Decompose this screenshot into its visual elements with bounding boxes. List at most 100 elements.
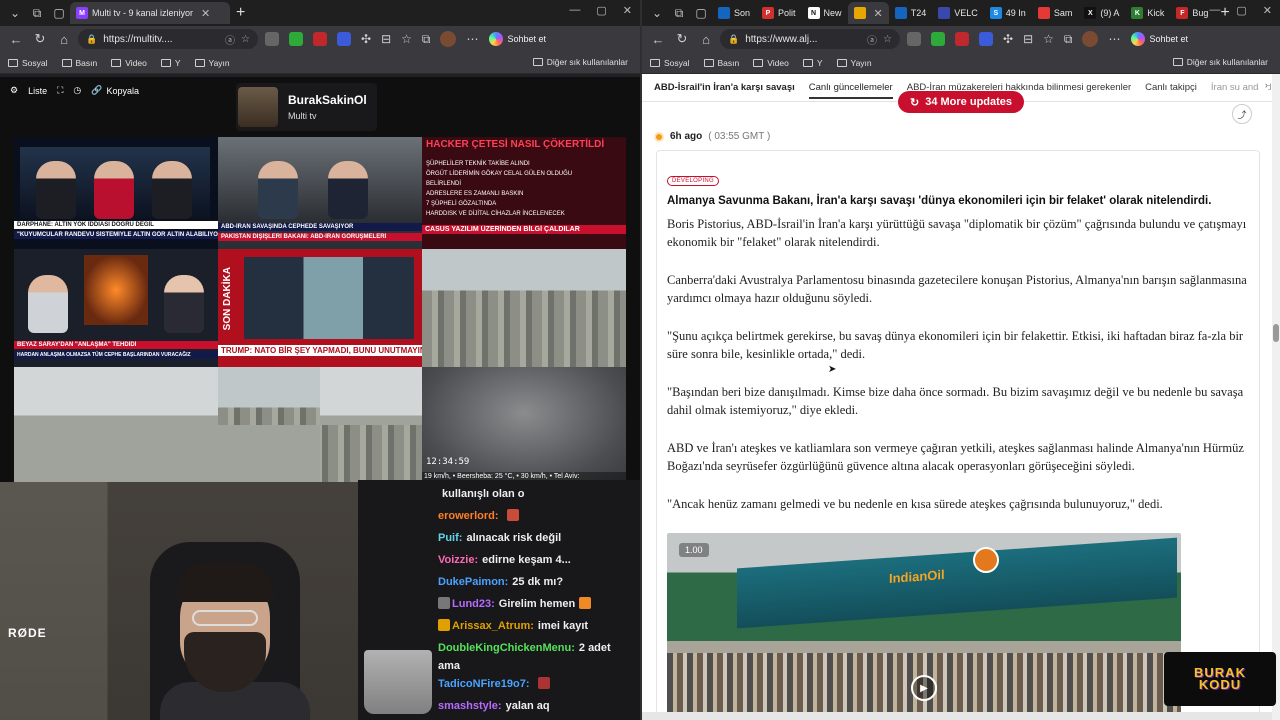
timer-icon[interactable]: ◷: [73, 85, 81, 96]
bookmark-folder-yayin[interactable]: Yayın: [194, 58, 230, 68]
collections-icon[interactable]: ⧉: [1064, 32, 1073, 47]
minimize-icon[interactable]: —: [569, 4, 580, 17]
tab[interactable]: N New: [802, 2, 848, 24]
subnav-live-tracker[interactable]: Canlı takipçi: [1145, 82, 1197, 93]
chat-user[interactable]: Arissax_Atrum:: [452, 620, 534, 632]
workspaces-icon[interactable]: ⧉: [668, 2, 690, 24]
tab[interactable]: Sam: [1032, 2, 1079, 24]
home-icon[interactable]: ⌂: [54, 32, 74, 47]
chevron-right-icon[interactable]: ›: [1258, 80, 1268, 91]
read-aloud-icon[interactable]: ⓐ: [867, 32, 877, 47]
new-tab-icon[interactable]: +: [236, 4, 245, 22]
close-window-icon[interactable]: ✕: [623, 4, 632, 17]
bookmark-folder-y[interactable]: Y: [160, 58, 181, 68]
stream-tile[interactable]: [218, 367, 422, 483]
stream-tile[interactable]: HACKER ÇETESİ NASIL ÇÖKERTİLDİ ŞÜPHELİLE…: [422, 137, 626, 249]
tab[interactable]: Son: [712, 2, 756, 24]
article-video[interactable]: IndianOil 1.00 ▶: [667, 533, 1181, 713]
close-window-icon[interactable]: ✕: [1263, 4, 1272, 17]
copilot-button[interactable]: Sohbet et: [1131, 32, 1188, 46]
bookmark-folder-sosyal[interactable]: Sosyal: [650, 58, 690, 68]
copilot-button[interactable]: Sohbet et: [489, 32, 546, 46]
extension-icon[interactable]: [313, 32, 327, 46]
collections-icon[interactable]: ⧉: [422, 32, 431, 47]
tab[interactable]: T24: [889, 2, 933, 24]
extension-icon[interactable]: [337, 32, 351, 46]
favorites-icon[interactable]: ☆: [1043, 32, 1054, 46]
stream-tile[interactable]: ABD-İRAN SAVAŞINDA CEPHEDE SAVAŞIYOR PAK…: [218, 137, 422, 249]
chat-user[interactable]: Puif:: [438, 532, 462, 544]
bookmark-folder-video[interactable]: Video: [111, 58, 147, 68]
refresh-icon[interactable]: ↻: [30, 31, 50, 47]
chat-user[interactable]: erowerlord:: [438, 510, 499, 522]
extension-icon[interactable]: [265, 32, 279, 46]
scrollbar-thumb[interactable]: [1273, 324, 1279, 342]
stream-tile[interactable]: SON DAKİKA TRUMP: NATO BİR ŞEY YAPMADI, …: [218, 249, 422, 367]
maximize-icon[interactable]: ▢: [1236, 4, 1246, 17]
extension-icon[interactable]: [907, 32, 921, 46]
share-button[interactable]: ⤴: [1232, 104, 1252, 124]
split-screen-icon[interactable]: ⊟: [381, 32, 391, 46]
chat-user[interactable]: DukePaimon:: [438, 576, 508, 588]
more-icon[interactable]: ⋯: [1108, 32, 1120, 46]
minimize-icon[interactable]: —: [1209, 4, 1220, 17]
close-icon[interactable]: ✕: [201, 7, 210, 20]
puzzle-icon[interactable]: ✣: [1003, 32, 1013, 46]
profile-avatar[interactable]: [1082, 31, 1099, 47]
refresh-icon[interactable]: ↻: [672, 31, 692, 47]
home-icon[interactable]: ⌂: [696, 32, 716, 47]
stream-tile[interactable]: 12:34:59 19 km/h, • Beersheba: 25 °C, • …: [422, 367, 626, 483]
favorite-star-icon[interactable]: ☆: [883, 34, 892, 45]
stream-tile[interactable]: [422, 249, 626, 367]
extension-icon[interactable]: [289, 32, 303, 46]
bookmark-folder-yayin[interactable]: Yayın: [836, 58, 872, 68]
chevron-down-icon[interactable]: ⌄: [646, 2, 668, 24]
tab[interactable]: P Polit: [756, 2, 802, 24]
tab[interactable]: F Bug: [1170, 2, 1214, 24]
more-updates-button[interactable]: ↻ 34 More updates: [898, 91, 1025, 113]
bookmark-folder-video[interactable]: Video: [753, 58, 789, 68]
play-icon[interactable]: ▶: [911, 675, 937, 701]
extension-icon[interactable]: [955, 32, 969, 46]
settings-gear-icon[interactable]: ⚙: [10, 85, 18, 96]
tab[interactable]: S 49 In: [984, 2, 1032, 24]
puzzle-icon[interactable]: ✣: [361, 32, 371, 46]
tab[interactable]: X (9) A: [1078, 2, 1125, 24]
tab[interactable]: K Kick: [1125, 2, 1170, 24]
bookmark-folder-sosyal[interactable]: Sosyal: [8, 58, 48, 68]
maximize-icon[interactable]: ▢: [596, 4, 606, 17]
favorites-icon[interactable]: ☆: [401, 32, 412, 46]
tab-aljazeera[interactable]: ✕: [847, 2, 889, 24]
chat-user[interactable]: Voizzie:: [438, 554, 478, 566]
chat-user[interactable]: smashstyle:: [438, 700, 502, 712]
more-icon[interactable]: ⋯: [466, 32, 478, 46]
split-screen-icon[interactable]: ⊟: [1023, 32, 1033, 46]
chevron-down-icon[interactable]: ⌄: [4, 2, 26, 24]
workspaces-icon[interactable]: ⧉: [26, 2, 48, 24]
copy-button[interactable]: 🔗 Kopyala: [91, 85, 139, 96]
tab-multitv[interactable]: M Multi tv - 9 kanal izleniyor ✕: [70, 2, 230, 24]
back-icon[interactable]: ←: [648, 32, 668, 47]
close-icon[interactable]: ✕: [874, 7, 883, 20]
profile-avatar[interactable]: [440, 31, 457, 47]
other-favorites[interactable]: Diğer sık kullanılanlar: [532, 57, 628, 67]
stream-tile[interactable]: DARPHANE: ALTIN YOK İDDİASI DOĞRU DEĞİL …: [14, 137, 218, 249]
extension-icon[interactable]: [931, 32, 945, 46]
subnav-topic[interactable]: ABD-İsrail'in İran'a karşı savaşı: [654, 82, 795, 93]
address-bar[interactable]: 🔒 https://www.alj... ⓐ ☆: [720, 29, 900, 49]
tab-actions-icon[interactable]: ▢: [690, 2, 712, 24]
subnav-live-updates[interactable]: Canlı güncellemeler: [808, 82, 893, 99]
bookmark-folder-basin[interactable]: Basın: [61, 58, 97, 68]
channel-profile[interactable]: BurakSakinOl Multi tv: [236, 83, 377, 131]
chat-user[interactable]: DoubleKingChickenMenu:: [438, 642, 575, 654]
extension-icon[interactable]: [979, 32, 993, 46]
other-favorites[interactable]: Diğer sık kullanılanlar: [1172, 57, 1268, 67]
stream-tile[interactable]: [14, 367, 218, 483]
address-bar[interactable]: 🔒 https://multitv.... ⓐ ☆: [78, 29, 258, 49]
bookmark-folder-basin[interactable]: Basın: [703, 58, 739, 68]
back-icon[interactable]: ←: [6, 32, 26, 47]
vertical-scrollbar[interactable]: [1272, 74, 1280, 720]
chat-user[interactable]: Lund23:: [452, 598, 495, 610]
read-aloud-icon[interactable]: ⓐ: [225, 32, 235, 47]
horizontal-scrollbar[interactable]: [642, 712, 1272, 720]
